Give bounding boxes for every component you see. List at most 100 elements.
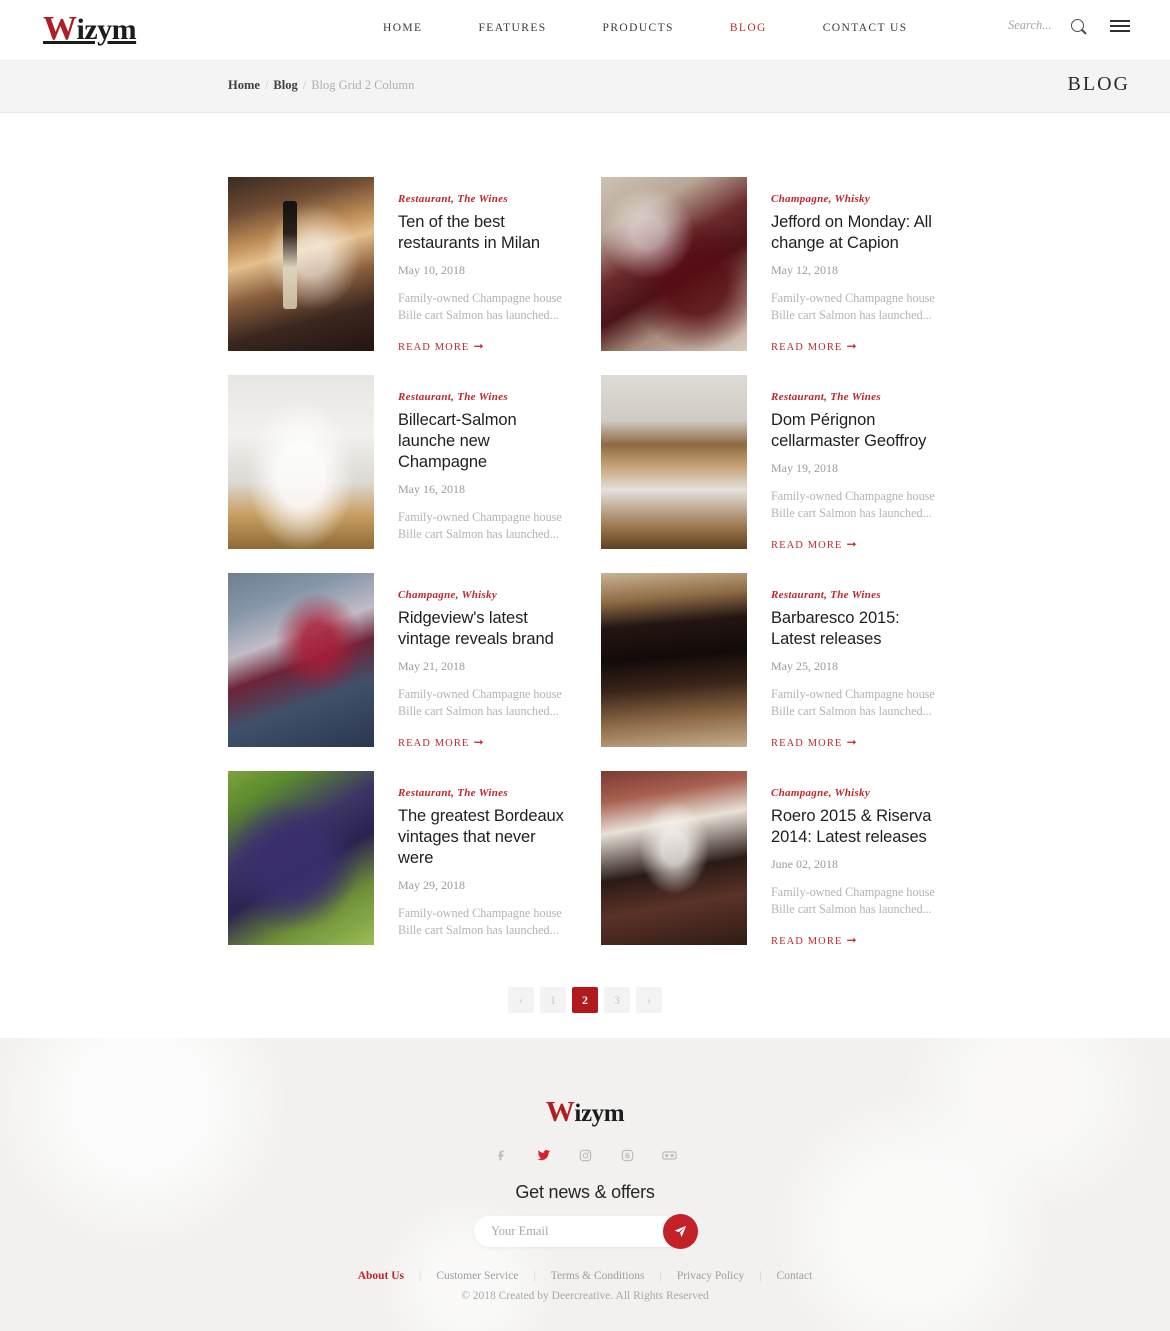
search-icon[interactable] xyxy=(1071,19,1084,32)
read-more-label: READ MORE xyxy=(398,738,470,747)
post-excerpt: Family-owned Champagne house Bille cart … xyxy=(398,906,562,937)
read-more-link[interactable]: READ MORE ➞ xyxy=(398,339,485,351)
read-more-link[interactable]: READ MORE ➞ xyxy=(771,735,858,747)
pagination-page-2[interactable]: 2 xyxy=(572,987,598,1013)
facebook-glyph xyxy=(497,1150,504,1161)
blog-post-card[interactable]: Restaurant, The Wines Barbaresco 2015: L… xyxy=(601,573,942,747)
nav-item-blog[interactable]: BLOG xyxy=(702,22,795,34)
read-more-link[interactable]: READ MORE ➞ xyxy=(771,339,858,351)
footer-link-customer-service[interactable]: Customer Service xyxy=(421,1270,533,1282)
post-title[interactable]: Ridgeview's latest vintage reveals brand xyxy=(398,608,569,650)
pagination: ‹ 1 2 3 › xyxy=(228,987,942,1013)
instagram-icon[interactable] xyxy=(577,1147,594,1164)
post-thumbnail-image[interactable] xyxy=(228,771,374,945)
post-date: June 02, 2018 xyxy=(771,857,838,872)
footer-link-about-us[interactable]: About Us xyxy=(343,1270,419,1282)
breadcrumb-blog[interactable]: Blog xyxy=(273,78,297,92)
site-logo[interactable]: Wizym xyxy=(43,10,137,47)
post-excerpt: Family-owned Champagne house Bille cart … xyxy=(398,687,562,718)
read-more-link[interactable]: READ MORE ➞ xyxy=(771,933,858,945)
flickr-icon[interactable] xyxy=(661,1147,678,1164)
blog-post-card[interactable]: Champagne, Whisky Roero 2015 & Riserva 2… xyxy=(601,771,942,945)
post-thumbnail-image[interactable] xyxy=(601,177,747,351)
blog-post-card[interactable]: Restaurant, The Wines Billecart-Salmon l… xyxy=(228,375,569,549)
twitter-glyph xyxy=(536,1150,550,1161)
footer-link-contact[interactable]: Contact xyxy=(762,1270,828,1282)
breadcrumb-bar: Home / Blog / Blog Grid 2 Column BLOG xyxy=(0,61,1170,113)
post-title[interactable]: Dom Pérignon cellarmaster Geoffroy xyxy=(771,410,942,452)
blog-post-card[interactable]: Champagne, Whisky Jefford on Monday: All… xyxy=(601,177,942,351)
blog-post-card[interactable]: Champagne, Whisky Ridgeview's latest vin… xyxy=(228,573,569,747)
nav-item-products[interactable]: PRODUCTS xyxy=(575,22,702,34)
page-title: BLOG xyxy=(1067,73,1130,95)
post-thumbnail-image[interactable] xyxy=(601,771,747,945)
header-actions xyxy=(1008,18,1130,33)
search-input[interactable] xyxy=(1008,18,1064,33)
read-more-link[interactable]: READ MORE ➞ xyxy=(771,537,858,549)
post-excerpt: Family-owned Champagne house Bille cart … xyxy=(771,489,935,520)
post-date: May 12, 2018 xyxy=(771,263,838,278)
post-date: May 16, 2018 xyxy=(398,482,465,497)
post-categories[interactable]: Restaurant, The Wines xyxy=(771,391,942,403)
footer-logo[interactable]: Wizym xyxy=(546,1096,625,1128)
post-categories[interactable]: Restaurant, The Wines xyxy=(398,787,569,799)
search-box[interactable] xyxy=(1008,18,1084,33)
post-thumbnail-image[interactable] xyxy=(601,375,747,549)
nav-item-home[interactable]: HOME xyxy=(355,22,450,34)
post-thumbnail-image[interactable] xyxy=(228,375,374,549)
read-more-link[interactable]: READ MORE ➞ xyxy=(398,735,485,747)
post-title[interactable]: Roero 2015 & Riserva 2014: Latest releas… xyxy=(771,806,942,848)
breadcrumb-home[interactable]: Home xyxy=(228,78,260,92)
post-categories[interactable]: Restaurant, The Wines xyxy=(771,589,942,601)
pagination-prev[interactable]: ‹ xyxy=(508,987,534,1013)
post-thumbnail-image[interactable] xyxy=(601,573,747,747)
site-footer: Wizym Get news & offers About Us|Custome… xyxy=(0,1038,1170,1331)
post-body: Restaurant, The Wines Barbaresco 2015: L… xyxy=(771,573,942,747)
footer-logo-initial: W xyxy=(545,1096,575,1128)
newsletter-submit-button[interactable] xyxy=(663,1214,698,1249)
nav-item-contact-us[interactable]: CONTACT US xyxy=(795,22,936,34)
post-title[interactable]: Jefford on Monday: All change at Capion xyxy=(771,212,942,254)
post-date: May 21, 2018 xyxy=(398,659,465,674)
hamburger-bar xyxy=(1110,29,1130,32)
post-categories[interactable]: Restaurant, The Wines xyxy=(398,391,569,403)
blog-post-card[interactable]: Restaurant, The Wines Ten of the best re… xyxy=(228,177,569,351)
blog-grid: Restaurant, The Wines Ten of the best re… xyxy=(228,177,942,945)
pagination-next[interactable]: › xyxy=(636,987,662,1013)
breadcrumb-separator: / xyxy=(264,78,269,92)
pagination-page-1[interactable]: 1 xyxy=(540,987,566,1013)
hamburger-menu-icon[interactable] xyxy=(1110,19,1130,32)
skype-icon[interactable] xyxy=(619,1147,636,1164)
arrow-right-icon: ➞ xyxy=(846,339,858,351)
hamburger-bar xyxy=(1110,19,1130,22)
post-categories[interactable]: Restaurant, The Wines xyxy=(398,193,569,205)
footer-link-privacy-policy[interactable]: Privacy Policy xyxy=(662,1270,759,1282)
post-title[interactable]: Ten of the best restaurants in Milan xyxy=(398,212,569,254)
post-date: May 29, 2018 xyxy=(398,878,465,893)
copyright-text: © 2018 Created by Deercreative. All Righ… xyxy=(461,1290,709,1302)
facebook-icon[interactable] xyxy=(493,1147,510,1164)
post-title[interactable]: Barbaresco 2015: Latest releases xyxy=(771,608,942,650)
post-date: May 19, 2018 xyxy=(771,461,838,476)
post-categories[interactable]: Champagne, Whisky xyxy=(771,193,942,205)
twitter-icon[interactable] xyxy=(535,1147,552,1164)
post-thumbnail-image[interactable] xyxy=(228,177,374,351)
post-body: Restaurant, The Wines Billecart-Salmon l… xyxy=(398,375,569,549)
pagination-page-3[interactable]: 3 xyxy=(604,987,630,1013)
post-categories[interactable]: Champagne, Whisky xyxy=(771,787,942,799)
post-thumbnail-image[interactable] xyxy=(228,573,374,747)
post-title[interactable]: Billecart-Salmon launche new Champagne xyxy=(398,410,569,473)
footer-link-terms-and-conditions[interactable]: Terms & Conditions xyxy=(536,1270,660,1282)
blog-post-card[interactable]: Restaurant, The Wines Dom Pérignon cella… xyxy=(601,375,942,549)
blog-post-card[interactable]: Restaurant, The Wines The greatest Borde… xyxy=(228,771,569,945)
paper-plane-icon xyxy=(674,1225,687,1238)
logo-initial: W xyxy=(43,10,77,47)
post-categories[interactable]: Champagne, Whisky xyxy=(398,589,569,601)
post-excerpt: Family-owned Champagne house Bille cart … xyxy=(771,687,935,718)
skype-glyph xyxy=(621,1149,633,1162)
nav-item-features[interactable]: FEATURES xyxy=(450,22,574,34)
read-more-label: READ MORE xyxy=(771,936,843,945)
arrow-right-icon: ➞ xyxy=(473,735,485,747)
arrow-right-icon: ➞ xyxy=(846,537,858,549)
post-title[interactable]: The greatest Bordeaux vintages that neve… xyxy=(398,806,569,869)
